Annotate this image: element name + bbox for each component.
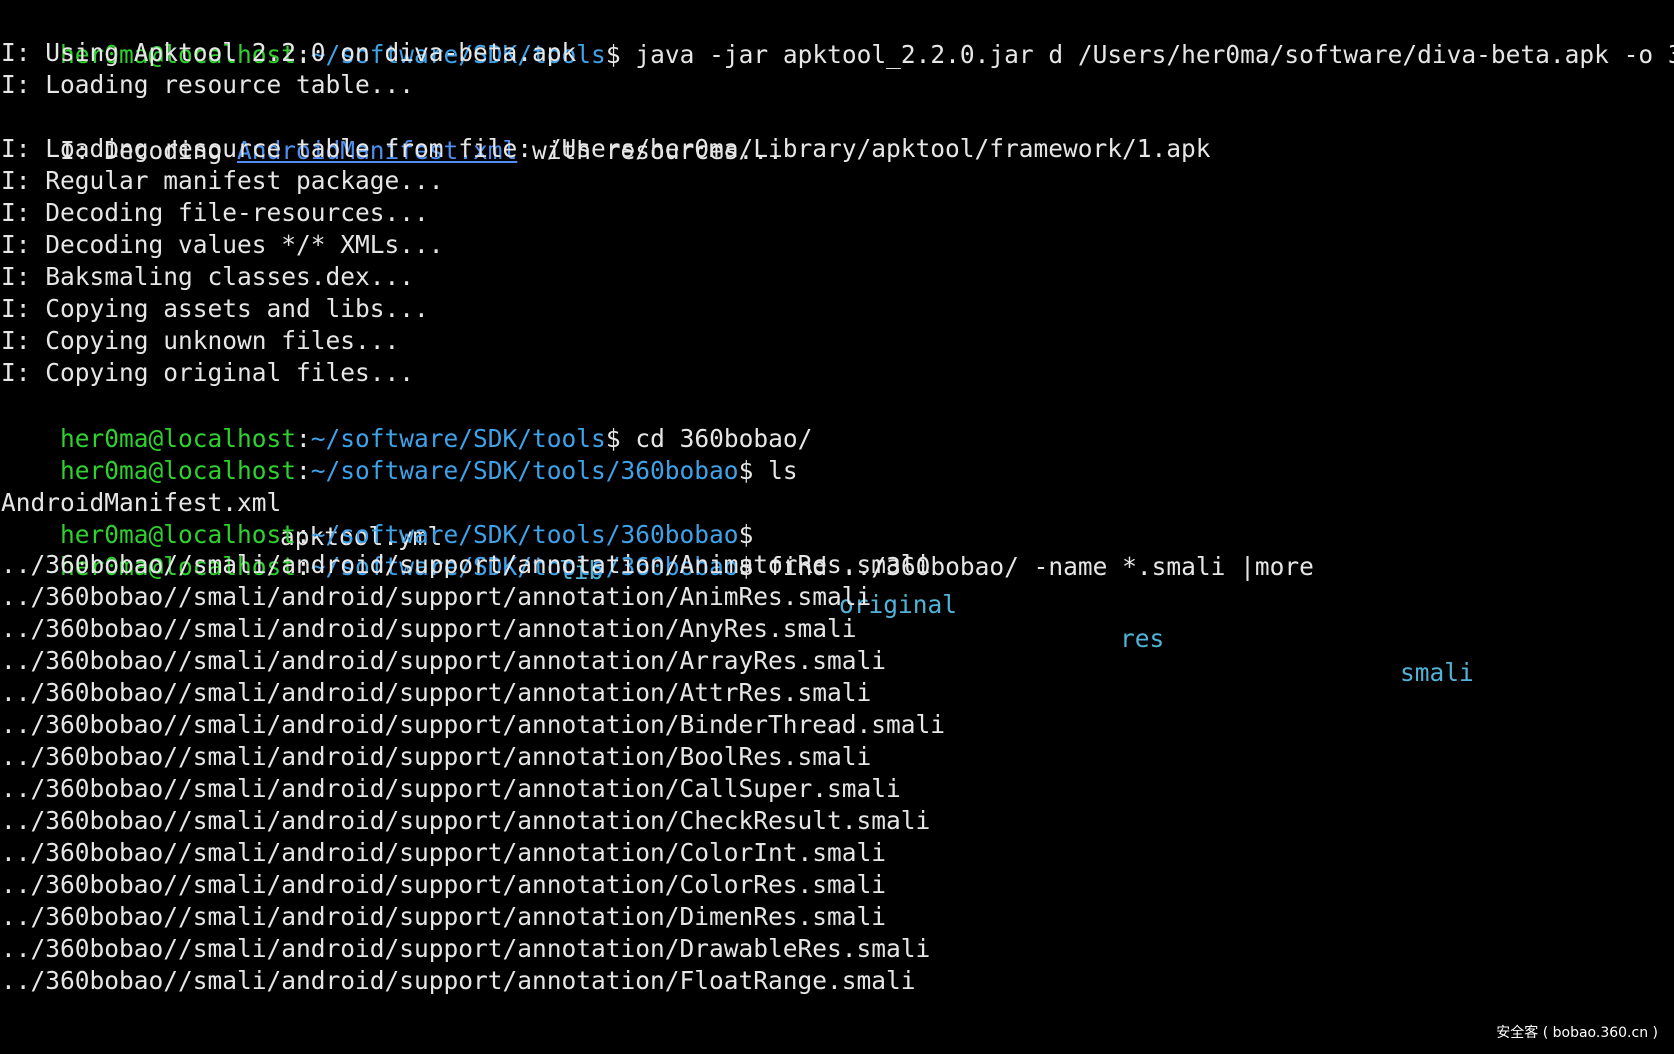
output-line: I: Loading resource table from file: /Us… xyxy=(1,134,1211,163)
output-line: I: Decoding AndroidManifest.xml with res… xyxy=(1,100,783,165)
find-result-line: ../360bobao//smali/android/support/annot… xyxy=(1,870,887,899)
output-line: I: Copying unknown files... xyxy=(1,326,400,355)
output-line: I: Decoding values */* XMLs... xyxy=(1,230,444,259)
output-line: I: Copying assets and libs... xyxy=(1,294,429,323)
output-line: I: Using Apktool 2.2.0 on diva-beta.apk xyxy=(1,38,577,67)
watermark: 安全客 ( bobao.360.cn ) xyxy=(1496,1025,1658,1041)
command-line: her0ma@localhost:~/software/SDK/tools/36… xyxy=(1,420,798,485)
ls-output-line: AndroidManifest.xml apktool.yml lib orig… xyxy=(1,452,1601,687)
find-result-line: ../360bobao//smali/android/support/annot… xyxy=(1,582,872,611)
find-result-line: ../360bobao//smali/android/support/annot… xyxy=(1,902,887,931)
ls-dir-entry: res xyxy=(1120,624,1165,653)
find-result-line: ../360bobao//smali/android/support/annot… xyxy=(1,646,887,675)
output-line: I: Copying original files... xyxy=(1,358,415,387)
find-result-line: ../360bobao//smali/android/support/annot… xyxy=(1,614,857,643)
terminal-window[interactable]: her0ma@localhost:~/software/SDK/tools$ j… xyxy=(0,0,1674,1054)
find-result-line: ../360bobao//smali/android/support/annot… xyxy=(1,550,931,579)
prompt-symbol: $ xyxy=(605,40,621,69)
command-line: her0ma@localhost:~/software/SDK/tools$ j… xyxy=(1,4,1674,69)
find-result-line: ../360bobao//smali/android/support/annot… xyxy=(1,710,946,739)
find-result-line: ../360bobao//smali/android/support/annot… xyxy=(1,966,916,995)
find-result-line: ../360bobao//smali/android/support/annot… xyxy=(1,742,872,771)
find-result-line: ../360bobao//smali/android/support/annot… xyxy=(1,934,931,963)
command-line: her0ma@localhost:~/software/SDK/tools$ c… xyxy=(1,388,812,453)
find-result-line: ../360bobao//smali/android/support/annot… xyxy=(1,838,887,867)
output-line: I: Decoding file-resources... xyxy=(1,198,429,227)
find-result-line: ../360bobao//smali/android/support/annot… xyxy=(1,678,872,707)
output-line: I: Regular manifest package... xyxy=(1,166,444,195)
ls-dir-entry: smali xyxy=(1400,658,1474,687)
find-result-line: ../360bobao//smali/android/support/annot… xyxy=(1,774,901,803)
find-result-line: ../360bobao//smali/android/support/annot… xyxy=(1,806,931,835)
output-line: I: Loading resource table... xyxy=(1,70,415,99)
command-text: java -jar apktool_2.2.0.jar d /Users/her… xyxy=(620,40,1674,69)
command-line: her0ma@localhost:~/software/SDK/tools/36… xyxy=(1,516,1314,581)
command-line: her0ma@localhost:~/software/SDK/tools/36… xyxy=(1,484,753,549)
output-line: I: Baksmaling classes.dex... xyxy=(1,262,415,291)
